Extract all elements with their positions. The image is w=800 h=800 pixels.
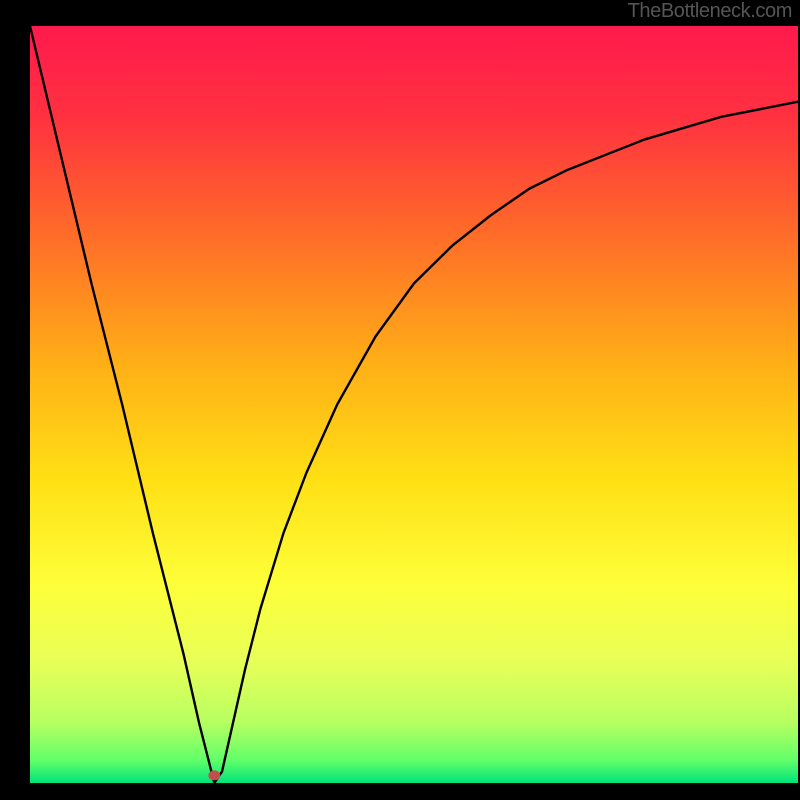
bottleneck-chart bbox=[0, 0, 800, 800]
chart-container: TheBottleneck.com bbox=[0, 0, 800, 800]
minimum-marker bbox=[208, 770, 220, 780]
plot-background bbox=[30, 26, 798, 783]
